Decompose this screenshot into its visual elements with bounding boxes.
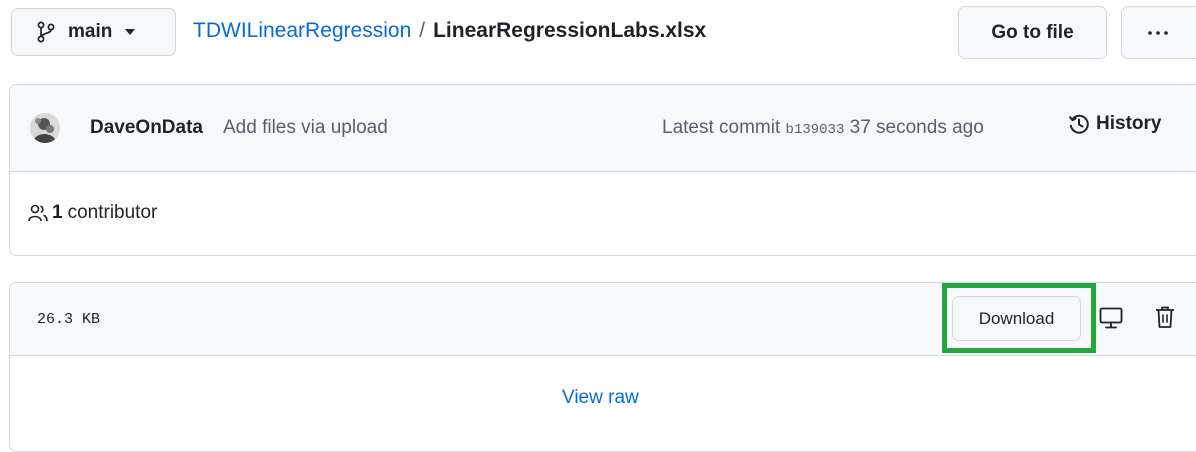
breadcrumb-separator: / — [419, 19, 426, 42]
file-navigation-bar: main TDWILinearRegression / LinearRegres… — [0, 0, 1196, 70]
breadcrumb: TDWILinearRegression / LinearRegressionL… — [193, 19, 706, 43]
trash-icon[interactable] — [1154, 305, 1176, 329]
avatar[interactable] — [30, 113, 60, 143]
commit-author-link[interactable]: DaveOnData — [90, 117, 203, 139]
download-button[interactable]: Download — [952, 296, 1081, 341]
triangle-down-icon — [125, 29, 136, 35]
branch-name: main — [68, 21, 113, 42]
history-icon — [1068, 114, 1089, 134]
commit-sha-link[interactable]: b139033 — [786, 122, 845, 138]
history-link[interactable]: History — [1068, 113, 1161, 135]
people-icon — [28, 204, 48, 222]
latest-commit-info: Latest commit b139033 37 seconds ago — [662, 117, 984, 139]
branch-select-button[interactable]: main — [11, 8, 176, 56]
repo-link[interactable]: TDWILinearRegression — [193, 19, 411, 43]
commit-message-link[interactable]: Add files via upload — [223, 117, 388, 139]
file-header: 26.3 KB Download — [10, 283, 1196, 356]
latest-commit-box: DaveOnData Add files via upload Latest c… — [9, 84, 1196, 256]
commit-row: DaveOnData Add files via upload Latest c… — [10, 85, 1196, 172]
file-size: 26.3 KB — [37, 311, 101, 328]
contributors-link[interactable]: 1 contributor — [28, 202, 157, 224]
contributor-count: 1 — [52, 202, 63, 223]
go-to-file-button[interactable]: Go to file — [958, 6, 1107, 59]
contributors-row: 1 contributor — [10, 172, 1196, 255]
git-branch-icon — [37, 21, 55, 43]
contributor-label: contributor — [67, 202, 158, 223]
device-desktop-icon[interactable] — [1099, 307, 1123, 329]
view-raw-link[interactable]: View raw — [562, 387, 639, 409]
latest-commit-label: Latest commit — [662, 117, 781, 138]
commit-time: 37 seconds ago — [849, 117, 984, 138]
kebab-horizontal-icon — [1148, 30, 1168, 35]
more-options-button[interactable] — [1121, 6, 1196, 59]
current-file-name: LinearRegressionLabs.xlsx — [433, 19, 707, 42]
avatar-image — [30, 113, 60, 143]
file-viewer-box: 26.3 KB Download View raw — [9, 282, 1196, 452]
history-label: History — [1096, 113, 1162, 134]
